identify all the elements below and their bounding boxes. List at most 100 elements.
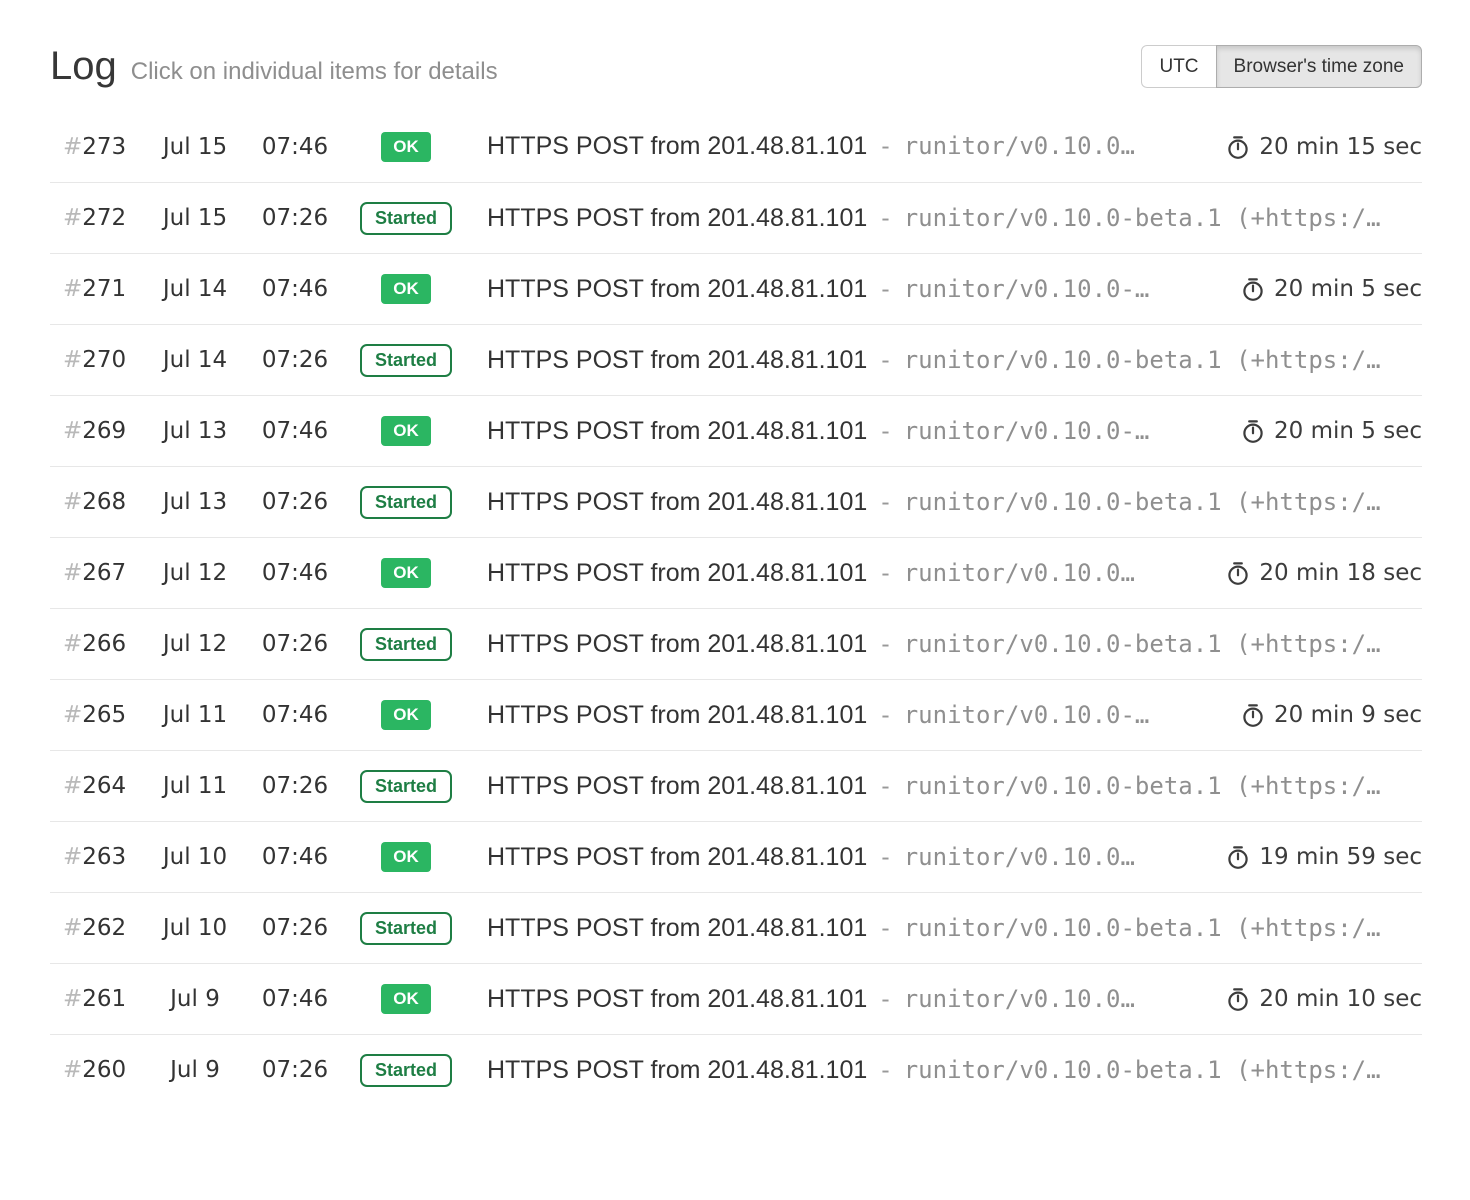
log-row[interactable]: #272 Jul 15 07:26 Started HTTPS POST fro… <box>50 182 1422 253</box>
browser-timezone-button[interactable]: Browser's time zone <box>1216 45 1422 89</box>
title-wrap: Log Click on individual items for detail… <box>50 44 498 89</box>
status-cell: OK <box>345 700 467 730</box>
separator-dash: - <box>878 346 892 374</box>
status-badge: Started <box>360 1054 452 1087</box>
ping-detail: HTTPS POST from 201.48.81.101 - runitor/… <box>467 985 1207 1014</box>
ping-detail: HTTPS POST from 201.48.81.101 - runitor/… <box>467 701 1222 730</box>
ping-agent: runitor/v0.10.0… <box>904 559 1135 587</box>
status-cell: OK <box>345 416 467 446</box>
ping-time: 07:26 <box>245 205 345 231</box>
status-badge: Started <box>360 202 452 235</box>
ping-detail: HTTPS POST from 201.48.81.101 - runitor/… <box>467 275 1222 304</box>
ping-message: HTTPS POST from 201.48.81.101 <box>487 843 867 872</box>
status-cell: OK <box>345 558 467 588</box>
status-badge: Started <box>360 344 452 377</box>
log-row[interactable]: #263 Jul 10 07:46 OK HTTPS POST from 201… <box>50 821 1422 892</box>
ping-agent: runitor/v0.10.0-beta.1 (+https:/… <box>904 346 1381 374</box>
ping-duration-text: 19 min 59 sec <box>1259 844 1422 870</box>
log-row[interactable]: #262 Jul 10 07:26 Started HTTPS POST fro… <box>50 892 1422 963</box>
log-row[interactable]: #273 Jul 15 07:46 OK HTTPS POST from 201… <box>50 111 1422 182</box>
ping-agent: runitor/v0.10.0-beta.1 (+https:/… <box>904 772 1381 800</box>
ping-number-value: 269 <box>82 418 126 444</box>
separator-dash: - <box>878 275 892 303</box>
ping-duration: 20 min 5 sec <box>1222 276 1422 302</box>
ping-detail: HTTPS POST from 201.48.81.101 - runitor/… <box>467 204 1422 233</box>
stopwatch-icon <box>1225 844 1251 870</box>
log-row[interactable]: #265 Jul 11 07:46 OK HTTPS POST from 201… <box>50 679 1422 750</box>
ping-number: #268 <box>50 489 145 515</box>
ping-time: 07:46 <box>245 418 345 444</box>
status-badge: Started <box>360 628 452 661</box>
hash-prefix: # <box>63 560 82 586</box>
ping-number: #270 <box>50 347 145 373</box>
status-cell: Started <box>345 770 467 803</box>
status-cell: Started <box>345 202 467 235</box>
ping-number-value: 261 <box>82 986 126 1012</box>
ping-detail: HTTPS POST from 201.48.81.101 - runitor/… <box>467 132 1207 161</box>
ping-duration: 20 min 5 sec <box>1222 418 1422 444</box>
status-cell: OK <box>345 842 467 872</box>
ping-time: 07:46 <box>245 986 345 1012</box>
separator-dash: - <box>878 204 892 232</box>
ping-date: Jul 13 <box>145 418 245 444</box>
hash-prefix: # <box>63 702 82 728</box>
ping-date: Jul 10 <box>145 844 245 870</box>
ping-message: HTTPS POST from 201.48.81.101 <box>487 417 867 446</box>
ping-detail: HTTPS POST from 201.48.81.101 - runitor/… <box>467 772 1422 801</box>
status-badge: OK <box>381 842 431 872</box>
ping-detail: HTTPS POST from 201.48.81.101 - runitor/… <box>467 346 1422 375</box>
log-table: #273 Jul 15 07:46 OK HTTPS POST from 201… <box>50 111 1422 1105</box>
ping-date: Jul 12 <box>145 631 245 657</box>
ping-agent: runitor/v0.10.0… <box>904 843 1135 871</box>
ping-agent: runitor/v0.10.0… <box>904 985 1135 1013</box>
log-row[interactable]: #269 Jul 13 07:46 OK HTTPS POST from 201… <box>50 395 1422 466</box>
ping-time: 07:26 <box>245 489 345 515</box>
ping-duration-text: 20 min 5 sec <box>1274 418 1422 444</box>
log-row[interactable]: #260 Jul 9 07:26 Started HTTPS POST from… <box>50 1034 1422 1105</box>
ping-number-value: 270 <box>82 347 126 373</box>
log-row[interactable]: #271 Jul 14 07:46 OK HTTPS POST from 201… <box>50 253 1422 324</box>
ping-number-value: 263 <box>82 844 126 870</box>
separator-dash: - <box>878 701 892 729</box>
ping-message: HTTPS POST from 201.48.81.101 <box>487 275 867 304</box>
log-row[interactable]: #267 Jul 12 07:46 OK HTTPS POST from 201… <box>50 537 1422 608</box>
ping-detail: HTTPS POST from 201.48.81.101 - runitor/… <box>467 559 1207 588</box>
status-cell: Started <box>345 486 467 519</box>
stopwatch-icon <box>1240 276 1266 302</box>
ping-number: #265 <box>50 702 145 728</box>
ping-message: HTTPS POST from 201.48.81.101 <box>487 772 867 801</box>
log-row[interactable]: #261 Jul 9 07:46 OK HTTPS POST from 201.… <box>50 963 1422 1034</box>
ping-duration-text: 20 min 18 sec <box>1259 560 1422 586</box>
ping-number-value: 267 <box>82 560 126 586</box>
ping-agent: runitor/v0.10.0-… <box>904 701 1150 729</box>
ping-message: HTTPS POST from 201.48.81.101 <box>487 132 867 161</box>
status-cell: OK <box>345 984 467 1014</box>
utc-button[interactable]: UTC <box>1141 45 1216 89</box>
ping-duration-text: 20 min 9 sec <box>1274 702 1422 728</box>
ping-agent: runitor/v0.10.0-beta.1 (+https:/… <box>904 630 1381 658</box>
ping-number-value: 265 <box>82 702 126 728</box>
status-badge: OK <box>381 416 431 446</box>
status-badge: Started <box>360 912 452 945</box>
ping-time: 07:26 <box>245 347 345 373</box>
hash-prefix: # <box>63 844 82 870</box>
ping-number: #260 <box>50 1057 145 1083</box>
ping-number: #262 <box>50 915 145 941</box>
log-row[interactable]: #268 Jul 13 07:26 Started HTTPS POST fro… <box>50 466 1422 537</box>
hash-prefix: # <box>63 986 82 1012</box>
stopwatch-icon <box>1225 986 1251 1012</box>
ping-duration: 20 min 18 sec <box>1207 560 1422 586</box>
stopwatch-icon <box>1225 134 1251 160</box>
status-badge: OK <box>381 274 431 304</box>
ping-number: #271 <box>50 276 145 302</box>
ping-agent: runitor/v0.10.0-beta.1 (+https:/… <box>904 914 1381 942</box>
page-title: Log <box>50 44 117 89</box>
log-row[interactable]: #266 Jul 12 07:26 Started HTTPS POST fro… <box>50 608 1422 679</box>
page-subtitle: Click on individual items for details <box>131 58 498 86</box>
status-badge: OK <box>381 700 431 730</box>
ping-time: 07:26 <box>245 1057 345 1083</box>
log-row[interactable]: #264 Jul 11 07:26 Started HTTPS POST fro… <box>50 750 1422 821</box>
ping-date: Jul 14 <box>145 347 245 373</box>
ping-date: Jul 9 <box>145 1057 245 1083</box>
log-row[interactable]: #270 Jul 14 07:26 Started HTTPS POST fro… <box>50 324 1422 395</box>
